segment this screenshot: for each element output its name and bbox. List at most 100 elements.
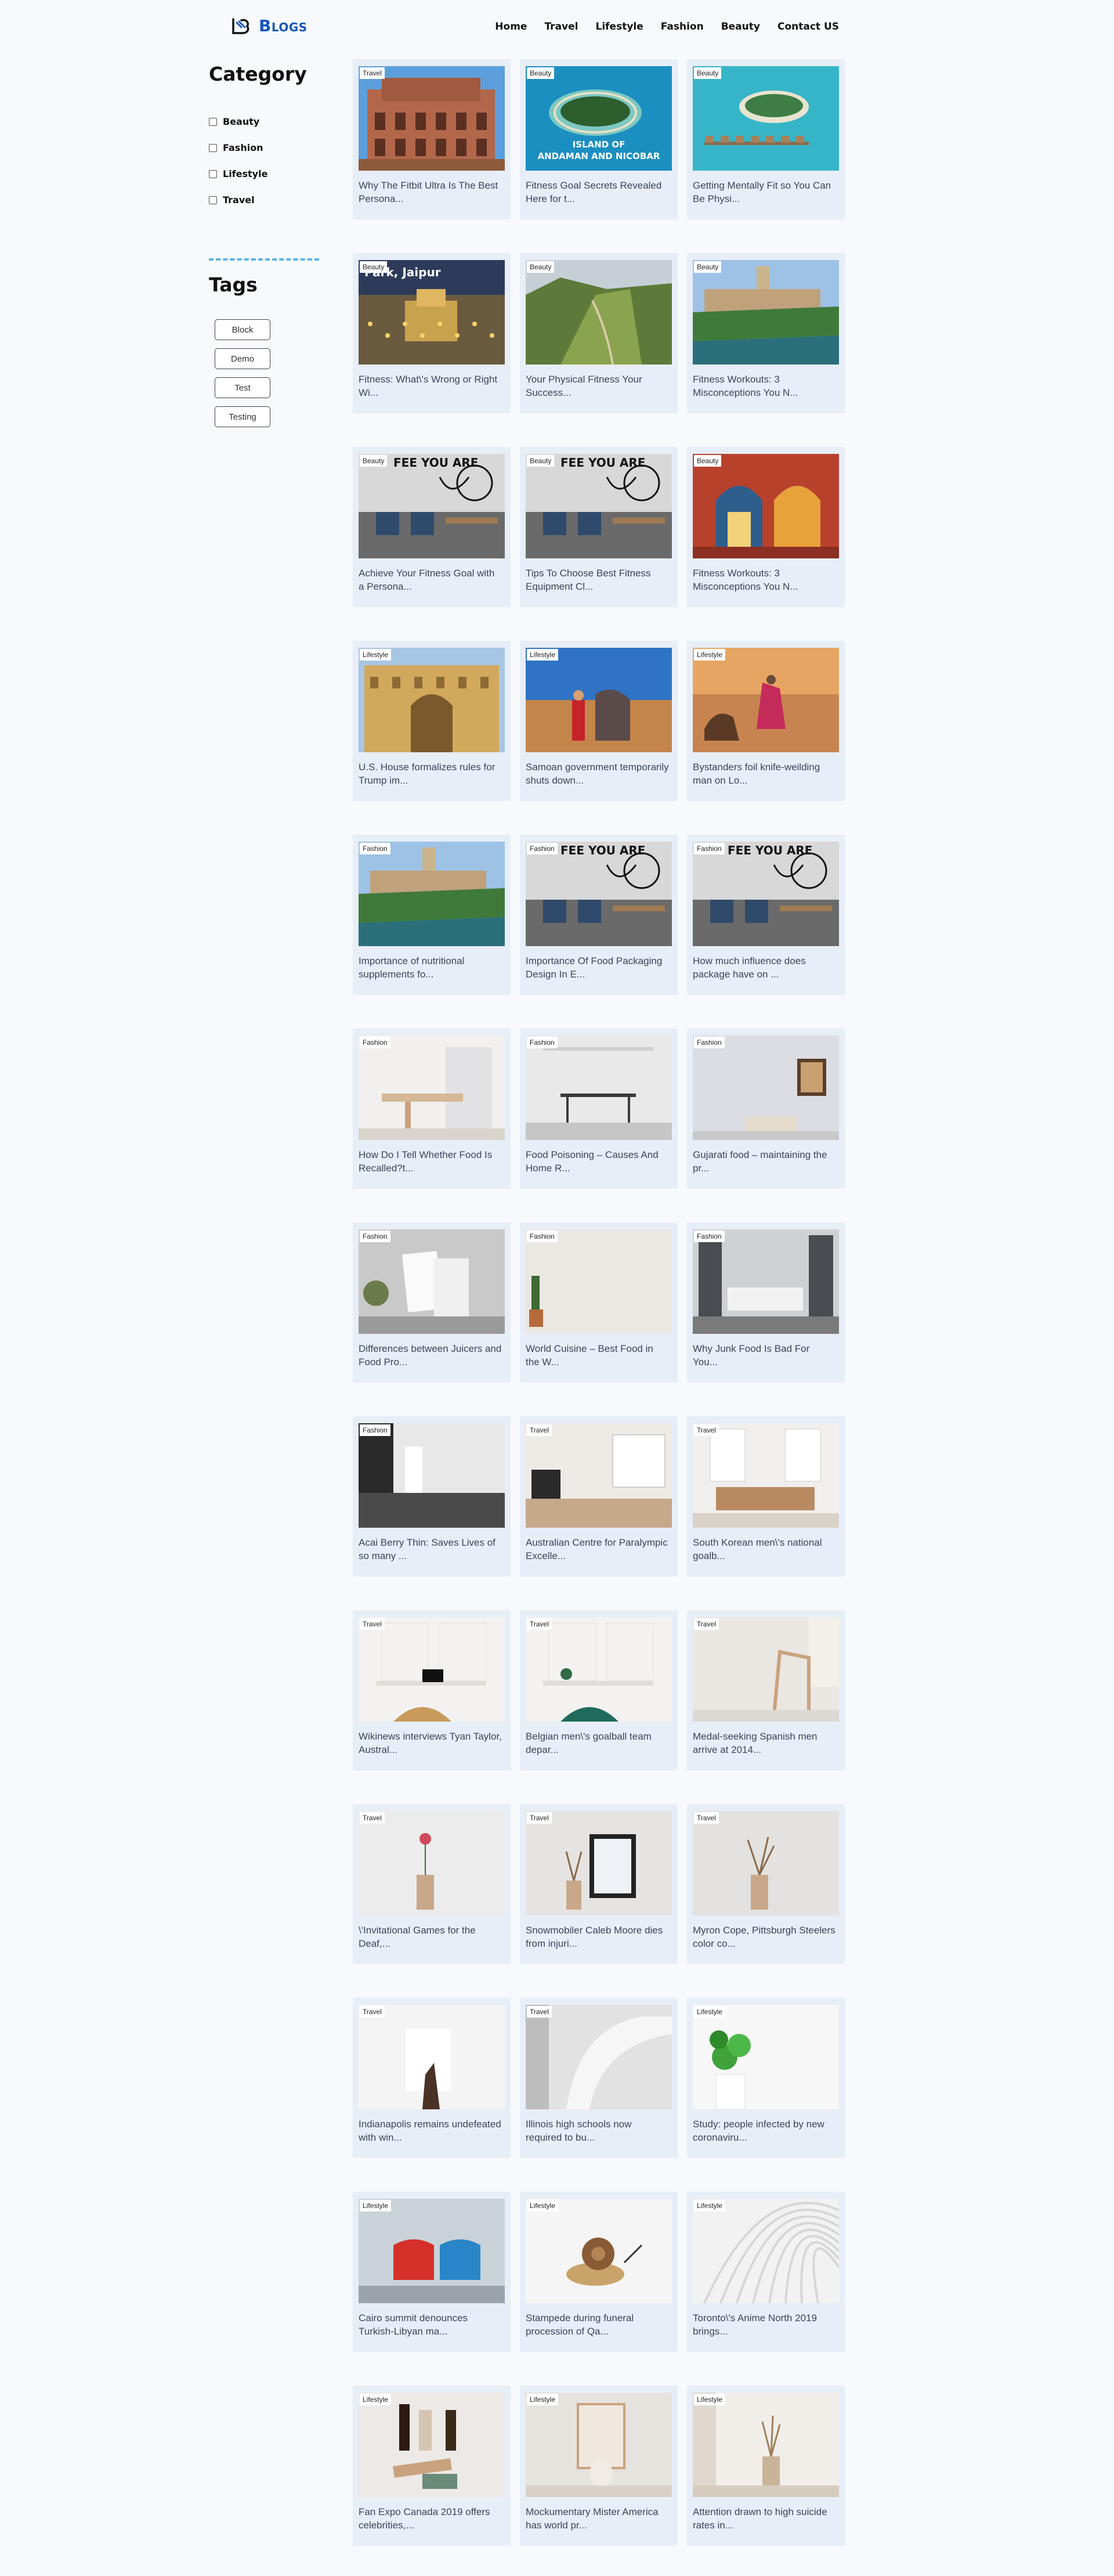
post-title[interactable]: Achieve Your Fitness Goal with a Persona… [359, 567, 505, 594]
post-card[interactable]: Beauty Fitness Workouts: 3 Misconceptions… [687, 253, 845, 413]
post-thumbnail[interactable]: Fashion [526, 1036, 672, 1140]
post-title[interactable]: Bystanders foil knife-weilding man on Lo… [693, 760, 839, 788]
post-thumbnail[interactable]: FEE YOU ARE Beauty [526, 454, 672, 558]
post-thumbnail[interactable]: Travel [359, 1811, 505, 1915]
post-card[interactable]: FEE YOU ARE Beauty Achieve Your Fitness Go… [353, 447, 511, 607]
post-card[interactable]: Travel Australian Centre for Paralympic E… [520, 1416, 678, 1576]
checkbox[interactable] [209, 117, 217, 126]
post-thumbnail[interactable]: Lifestyle [693, 2199, 839, 2303]
post-card[interactable]: Lifestyle Attention drawn to high suicide… [687, 2386, 845, 2546]
post-card[interactable]: Travel \'Invitational Games for the Deaf,… [353, 1804, 511, 1964]
post-thumbnail[interactable]: Fashion [359, 842, 505, 946]
nav-beauty[interactable]: Beauty [721, 21, 760, 33]
post-card[interactable]: Fashion Importance of nutritional supplem… [353, 835, 511, 995]
post-title[interactable]: Your Physical Fitness Your Success... [526, 373, 672, 401]
post-title[interactable]: Toronto\'s Anime North 2019 brings... [693, 2311, 839, 2339]
post-thumbnail[interactable]: Travel [526, 2005, 672, 2109]
post-title[interactable]: Myron Cope, Pittsburgh Steelers color co… [693, 1924, 839, 1951]
post-thumbnail[interactable]: Fashion [359, 1229, 505, 1334]
post-title[interactable]: World Cuisine – Best Food in the W... [526, 1342, 672, 1370]
post-title[interactable]: Stampede during funeral procession of Qa… [526, 2311, 672, 2339]
post-card[interactable]: Travel Myron Cope, Pittsburgh Steelers co… [687, 1804, 845, 1964]
post-title[interactable]: Food Poisoning – Causes And Home R... [526, 1148, 672, 1176]
post-title[interactable]: Tips To Choose Best Fitness Equipment Cl… [526, 567, 672, 594]
post-thumbnail[interactable]: Beauty [526, 260, 672, 365]
post-thumbnail[interactable]: Lifestyle [526, 2199, 672, 2303]
post-thumbnail[interactable]: Travel [693, 1617, 839, 1722]
post-thumbnail[interactable]: Lifestyle [526, 2393, 672, 2497]
post-card[interactable]: Travel Indianapolis remains undefeated wi… [353, 1998, 511, 2158]
post-thumbnail[interactable]: ISLAND OF ANDAMAN AND NICOBAR Beauty [526, 66, 672, 171]
tag-block[interactable]: Block [215, 319, 270, 340]
post-title[interactable]: Study: people infected by new coronaviru… [693, 2117, 839, 2145]
post-card[interactable]: Lifestyle Cairo summit denounces Turkish-… [353, 2192, 511, 2352]
post-card[interactable]: Travel Belgian men\'s goalball team depar… [520, 1610, 678, 1770]
checkbox[interactable] [209, 196, 217, 204]
post-thumbnail[interactable]: Lifestyle [693, 2393, 839, 2497]
post-thumbnail[interactable]: FEE YOU ARE Fashion [526, 842, 672, 946]
post-card[interactable]: ISLAND OF ANDAMAN AND NICOBAR Beauty Fitnes… [520, 59, 678, 219]
post-thumbnail[interactable]: Park, Jaipur Beauty [359, 260, 505, 365]
post-title[interactable]: How much influence does package have on … [693, 954, 839, 982]
post-title[interactable]: Why Junk Food Is Bad For You... [693, 1342, 839, 1370]
post-card[interactable]: FEE YOU ARE Beauty Tips To Choose Best Fit… [520, 447, 678, 607]
post-title[interactable]: Australian Centre for Paralympic Excelle… [526, 1536, 672, 1564]
post-title[interactable]: Getting Mentally Fit so You Can Be Physi… [693, 179, 839, 207]
tag-demo[interactable]: Demo [215, 348, 270, 369]
post-card[interactable]: Lifestyle Study: people infected by new c… [687, 1998, 845, 2158]
post-title[interactable]: Medal-seeking Spanish men arrive at 2014… [693, 1730, 839, 1758]
post-card[interactable]: Fashion Food Poisoning – Causes And Home … [520, 1029, 678, 1189]
post-thumbnail[interactable]: FEE YOU ARE Beauty [359, 454, 505, 558]
post-card[interactable]: Lifestyle U.S. House formalizes rules for… [353, 641, 511, 801]
post-title[interactable]: Why The Fitbit Ultra Is The Best Persona… [359, 179, 505, 207]
post-card[interactable]: Fashion Differences between Juicers and F… [353, 1222, 511, 1383]
nav-fashion[interactable]: Fashion [661, 21, 704, 33]
post-card[interactable]: Lifestyle Mockumentary Mister America has… [520, 2386, 678, 2546]
post-card[interactable]: Lifestyle Bystanders foil knife-weilding … [687, 641, 845, 801]
post-thumbnail[interactable]: Fashion [526, 1229, 672, 1334]
post-card[interactable]: Fashion How Do I Tell Whether Food Is Rec… [353, 1029, 511, 1189]
nav-home[interactable]: Home [495, 21, 527, 33]
post-card[interactable]: Beauty Fitness Workouts: 3 Misconceptions… [687, 447, 845, 607]
post-title[interactable]: Fitness Workouts: 3 Misconceptions You N… [693, 567, 839, 594]
post-card[interactable]: Travel Why The Fitbit Ultra Is The Best P… [353, 59, 511, 219]
post-card[interactable]: Beauty Getting Mentally Fit so You Can Be… [687, 59, 845, 219]
post-thumbnail[interactable]: Fashion [359, 1036, 505, 1140]
site-logo[interactable]: Blogs [231, 16, 308, 35]
post-thumbnail[interactable]: Fashion [693, 1229, 839, 1334]
post-card[interactable]: Lifestyle Samoan government temporarily s… [520, 641, 678, 801]
nav-travel[interactable]: Travel [544, 21, 578, 33]
post-thumbnail[interactable]: Travel [359, 66, 505, 171]
post-title[interactable]: Cairo summit denounces Turkish-Libyan ma… [359, 2311, 505, 2339]
post-title[interactable]: Importance of nutritional supplements fo… [359, 954, 505, 982]
post-title[interactable]: \'Invitational Games for the Deaf,... [359, 1924, 505, 1951]
post-thumbnail[interactable]: Travel [526, 1811, 672, 1915]
post-card[interactable]: Travel Snowmobiler Caleb Moore dies from … [520, 1804, 678, 1964]
post-title[interactable]: Fitness: What\'s Wrong or Right Wi... [359, 373, 505, 401]
post-title[interactable]: Samoan government temporarily shuts down… [526, 760, 672, 788]
tag-test[interactable]: Test [215, 377, 270, 398]
post-title[interactable]: Wikinews interviews Tyan Taylor, Austral… [359, 1730, 505, 1758]
post-title[interactable]: South Korean men\'s national goalb... [693, 1536, 839, 1564]
post-thumbnail[interactable]: Lifestyle [693, 648, 839, 752]
post-title[interactable]: Fitness Goal Secrets Revealed Here for t… [526, 179, 672, 207]
post-title[interactable]: Illinois high schools now required to bu… [526, 2117, 672, 2145]
post-card[interactable]: Fashion Gujarati food – maintaining the p… [687, 1029, 845, 1189]
post-thumbnail[interactable]: Travel [526, 1423, 672, 1528]
post-title[interactable]: Fan Expo Canada 2019 offers celebrities,… [359, 2505, 505, 2533]
post-title[interactable]: U.S. House formalizes rules for Trump im… [359, 760, 505, 788]
post-thumbnail[interactable]: Travel [526, 1617, 672, 1722]
post-card[interactable]: Fashion Why Junk Food Is Bad For You... [687, 1222, 845, 1383]
post-thumbnail[interactable]: Lifestyle [526, 648, 672, 752]
post-title[interactable]: Indianapolis remains undefeated with win… [359, 2117, 505, 2145]
category-item-travel[interactable]: Travel [209, 187, 337, 213]
post-thumbnail[interactable]: Beauty [693, 260, 839, 365]
post-card[interactable]: Fashion World Cuisine – Best Food in the … [520, 1222, 678, 1383]
post-thumbnail[interactable]: FEE YOU ARE Fashion [693, 842, 839, 946]
post-thumbnail[interactable]: Beauty [693, 454, 839, 558]
post-thumbnail[interactable]: Lifestyle [359, 648, 505, 752]
post-title[interactable]: Attention drawn to high suicide rates in… [693, 2505, 839, 2533]
category-item-fashion[interactable]: Fashion [209, 135, 337, 161]
post-card[interactable]: Lifestyle Toronto\'s Anime North 2019 bri… [687, 2192, 845, 2352]
post-title[interactable]: Acai Berry Thin: Saves Lives of so many … [359, 1536, 505, 1564]
